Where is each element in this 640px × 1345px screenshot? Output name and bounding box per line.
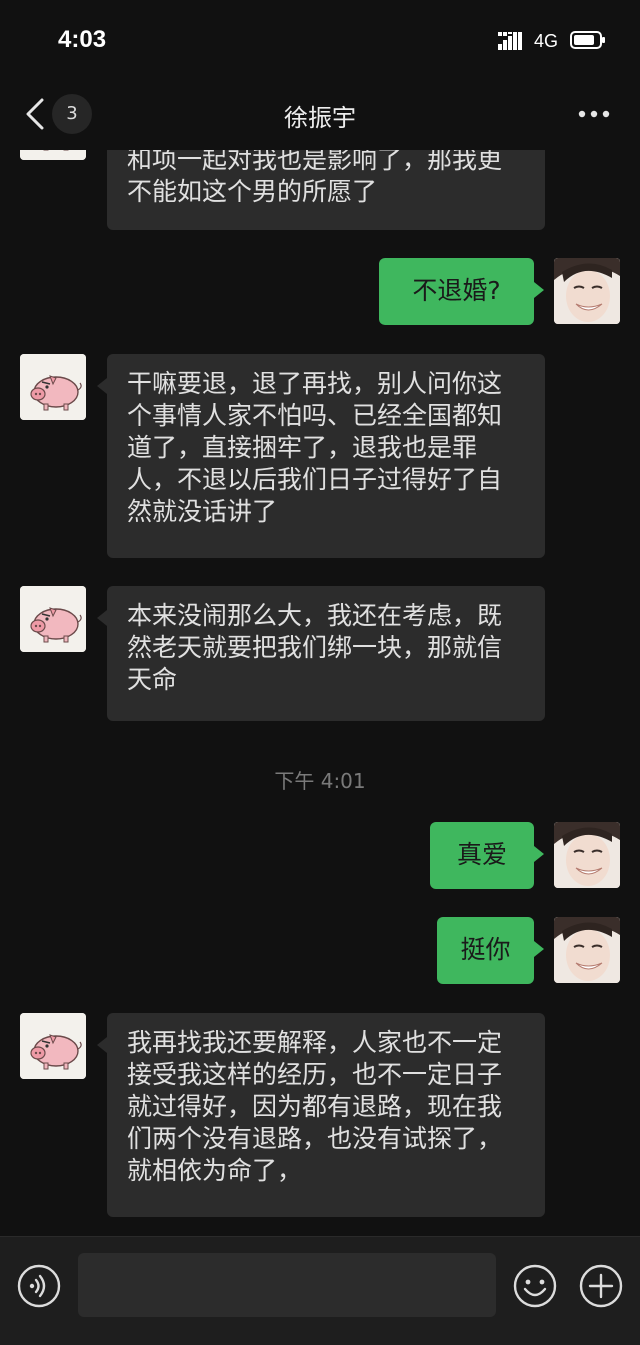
message-text: 不退婚?	[412, 276, 501, 305]
self-avatar[interactable]	[554, 822, 620, 888]
more-icon[interactable]	[574, 102, 614, 126]
message-text: 本来没闹那么大，我还在考虑，既然老天就要把我们绑一块，那就信天命	[127, 601, 503, 694]
chat-title: 徐振宇	[284, 104, 356, 132]
contact-avatar[interactable]	[20, 586, 86, 652]
status-time: 4:03	[58, 26, 107, 53]
message-text: 我再找我还要解释，人家也不一定接受我这样的经历，也不一定日子就过得好，因为都有退…	[127, 1028, 503, 1185]
self-avatar[interactable]	[554, 917, 620, 983]
incoming-message-bubble[interactable]: 和项一起对我也是影响了，那我更不能如这个男的所愿了	[107, 150, 545, 230]
pig-avatar-icon	[20, 1013, 86, 1079]
back-arrow-icon[interactable]	[22, 96, 50, 132]
battery-icon	[570, 31, 605, 49]
signal-icon	[498, 32, 522, 50]
outgoing-message-bubble[interactable]: 真爱	[430, 822, 544, 889]
network-type: 4G	[534, 31, 559, 51]
pig-avatar-icon	[20, 586, 86, 652]
voice-icon[interactable]	[16, 1263, 62, 1309]
self-avatar[interactable]	[554, 258, 620, 324]
pig-avatar-icon	[20, 150, 86, 160]
outgoing-message-bubble[interactable]: 挺你	[437, 917, 544, 984]
incoming-message-bubble[interactable]: 我再找我还要解释，人家也不一定接受我这样的经历，也不一定日子就过得好，因为都有退…	[97, 1013, 545, 1217]
incoming-message-bubble[interactable]: 本来没闹那么大，我还在考虑，既然老天就要把我们绑一块，那就信天命	[97, 586, 545, 721]
user-photo-avatar	[554, 917, 620, 983]
user-photo-avatar	[554, 822, 620, 888]
message-text: 和项一起对我也是影响了，那我更不能如这个男的所愿了	[127, 150, 503, 206]
message-input-bar	[0, 1236, 640, 1345]
chat-message-list[interactable]: 和项一起对我也是影响了，那我更不能如这个男的所愿了 不退婚? 干嘛要退，退了再找…	[0, 150, 640, 1236]
message-input[interactable]	[78, 1253, 496, 1317]
message-timestamp: 下午 4:01	[274, 769, 366, 793]
user-photo-avatar	[554, 258, 620, 324]
chat-header: 3 徐振宇	[0, 80, 640, 150]
contact-avatar[interactable]	[20, 354, 86, 420]
plus-icon[interactable]	[578, 1263, 624, 1309]
message-text: 干嘛要退，退了再找，别人问你这个事情人家不怕吗、已经全国都知道了，直接捆牢了，退…	[127, 369, 503, 526]
status-bar: 4:03 4G	[0, 0, 640, 80]
pig-avatar-icon	[20, 354, 86, 420]
message-text: 挺你	[460, 935, 511, 964]
emoji-icon[interactable]	[512, 1263, 558, 1309]
outgoing-message-bubble[interactable]: 不退婚?	[379, 258, 544, 325]
unread-count-badge[interactable]: 3	[52, 94, 92, 134]
message-text: 真爱	[456, 840, 507, 869]
contact-avatar[interactable]	[20, 150, 86, 160]
incoming-message-bubble[interactable]: 干嘛要退，退了再找，别人问你这个事情人家不怕吗、已经全国都知道了，直接捆牢了，退…	[97, 354, 545, 558]
contact-avatar[interactable]	[20, 1013, 86, 1079]
